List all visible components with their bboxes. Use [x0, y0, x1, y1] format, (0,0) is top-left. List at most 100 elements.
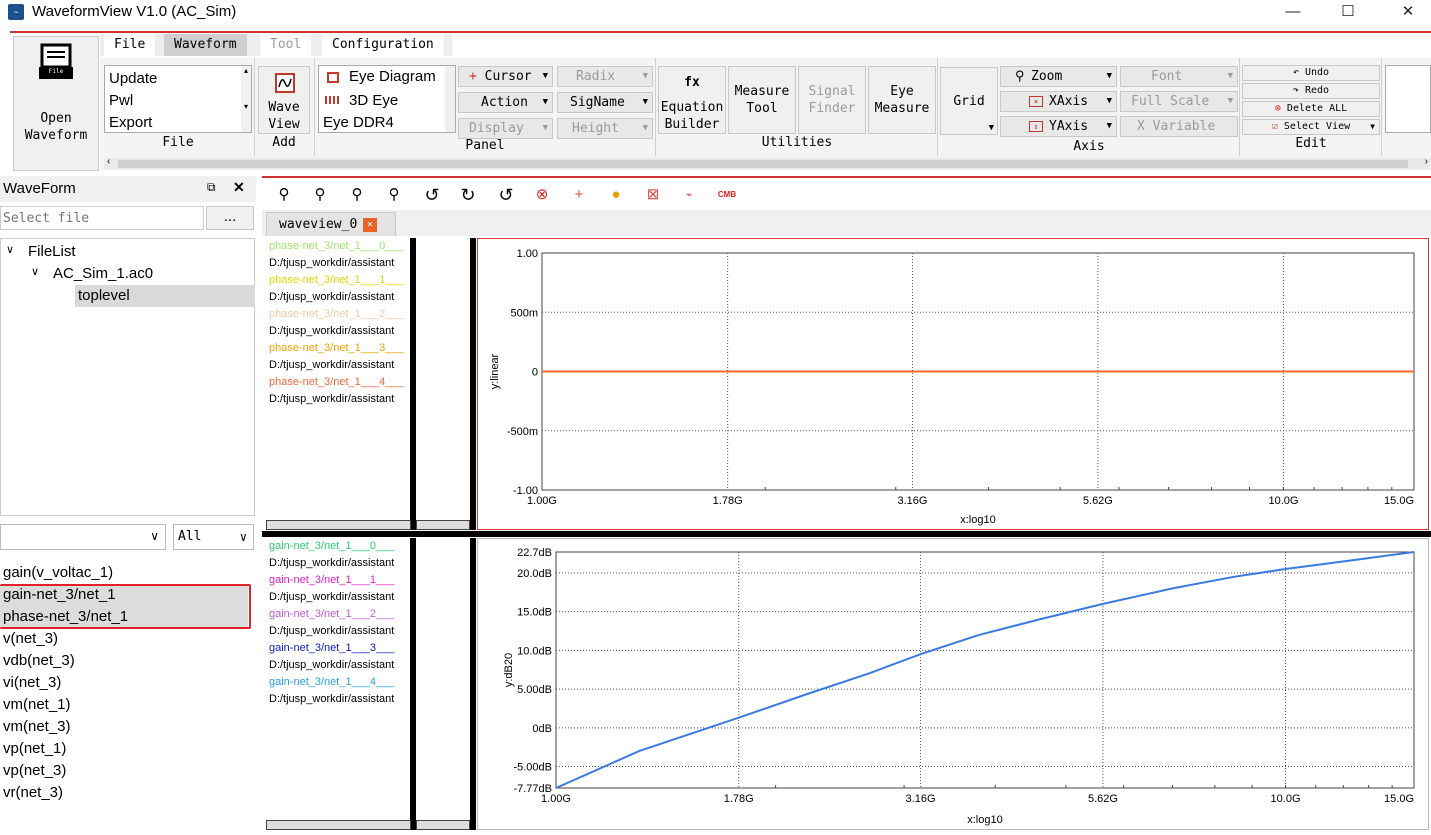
signame-dropdown[interactable]: SigName ▼: [557, 92, 653, 113]
redo-icon[interactable]: ↻: [459, 186, 477, 204]
zoom-in-icon[interactable]: ⚲: [311, 186, 329, 204]
tab-close-icon[interactable]: ✕: [363, 218, 377, 232]
radix-dropdown[interactable]: Radix ▼: [557, 66, 653, 87]
menu-waveform[interactable]: Waveform: [164, 34, 247, 56]
tree-node-filelist[interactable]: FileList: [28, 243, 76, 260]
wave-view-button[interactable]: Wave View: [258, 66, 310, 134]
scroll-right-icon[interactable]: ›: [1425, 156, 1428, 167]
action-dropdown[interactable]: Action ▼: [458, 92, 553, 113]
cursor-dropdown[interactable]: + Cursor ▼: [458, 66, 553, 87]
signal-item[interactable]: vm(net_1): [3, 696, 71, 713]
open-waveform-button[interactable]: File Open Waveform: [13, 36, 99, 171]
font-dropdown[interactable]: Font ▼: [1120, 66, 1238, 87]
refresh-icon[interactable]: ↺: [497, 186, 515, 204]
signal-name[interactable]: gain-net_3/net_1___4___: [269, 676, 394, 688]
zoom-y-icon[interactable]: ⚲: [385, 186, 403, 204]
signal-item[interactable]: v(net_3): [3, 630, 58, 647]
signal-item[interactable]: vr(net_3): [3, 784, 63, 801]
list-item-eye-ddr4[interactable]: Eye DDR4: [323, 114, 394, 131]
close-icon[interactable]: ✕: [233, 179, 245, 196]
signal-name[interactable]: phase-net_3/net_1___4___: [269, 376, 404, 388]
signal-name[interactable]: gain-net_3/net_1___0___: [269, 540, 394, 552]
menu-file[interactable]: File: [104, 34, 156, 56]
select-view-dropdown[interactable]: ☑ Select View ▼: [1242, 119, 1380, 135]
scroll-left-icon[interactable]: ‹: [107, 156, 110, 167]
signal-name[interactable]: phase-net_3/net_1___3___: [269, 342, 404, 354]
eye-icon[interactable]: ⌁: [680, 186, 698, 204]
values-scrollbar[interactable]: [416, 820, 470, 830]
signal-finder-button[interactable]: Signal Finder: [798, 66, 866, 134]
redo-button[interactable]: ↷ Redo: [1242, 83, 1380, 99]
list-item-eye-diagram[interactable]: Eye Diagram: [349, 68, 436, 85]
height-dropdown[interactable]: Height ▼: [557, 118, 653, 139]
eye-measure-button[interactable]: Eye Measure: [868, 66, 936, 134]
signal-type-select[interactable]: All ∨: [173, 524, 254, 550]
menu-tool[interactable]: Tool: [260, 34, 312, 56]
ribbon-horizontal-scrollbar[interactable]: ‹ ›: [104, 156, 1431, 170]
minimize-button[interactable]: —: [1270, 0, 1316, 26]
panel-row-divider[interactable]: [262, 531, 1431, 537]
list-scrollbar[interactable]: ▴ ▾: [241, 66, 251, 132]
zoom-dropdown[interactable]: ⚲ Zoom ▼: [1000, 66, 1117, 87]
tree-collapse-icon[interactable]: ∨: [31, 265, 39, 278]
browse-button[interactable]: ...: [206, 206, 254, 230]
phase-chart[interactable]: 1.00G 1.78G 3.16G 5.62G 10.0G 15.0G1.00500m0-…: [477, 238, 1429, 530]
zoom-x-icon[interactable]: ⚲: [348, 186, 366, 204]
panel-divider[interactable]: [470, 538, 476, 830]
signal-name[interactable]: gain-net_3/net_1___1___: [269, 574, 394, 586]
list-scrollbar[interactable]: [445, 66, 455, 132]
signal-item[interactable]: gain(v_voltac_1): [3, 564, 113, 581]
delete-icon[interactable]: ⊗: [533, 186, 551, 204]
signal-item[interactable]: vdb(net_3): [3, 652, 75, 669]
signal-item[interactable]: vp(net_1): [3, 740, 66, 757]
signal-name[interactable]: gain-net_3/net_1___2___: [269, 608, 394, 620]
tab-waveview-0[interactable]: waveview_0 ✕: [266, 212, 396, 236]
yaxis-dropdown[interactable]: ↕ YAxis ▼: [1000, 116, 1117, 137]
select-file-input[interactable]: [0, 206, 204, 230]
signal-item[interactable]: vp(net_3): [3, 762, 66, 779]
list-item-export[interactable]: Export: [109, 114, 152, 131]
names-scrollbar[interactable]: [266, 520, 411, 530]
signal-name[interactable]: phase-net_3/net_1___0___: [269, 240, 404, 252]
list-item-update[interactable]: Update: [109, 70, 157, 87]
names-scrollbar[interactable]: [266, 820, 411, 830]
signal-name[interactable]: phase-net_3/net_1___2___: [269, 308, 404, 320]
marker-icon[interactable]: ●: [607, 186, 625, 204]
maximize-button[interactable]: ☐: [1325, 0, 1371, 26]
panel-divider[interactable]: [470, 238, 476, 530]
zoom-out-icon[interactable]: ⚲: [275, 186, 293, 204]
signal-name[interactable]: gain-net_3/net_1___3___: [269, 642, 394, 654]
delete-all-button[interactable]: ⊗ Delete ALL: [1242, 101, 1380, 117]
menu-configuration[interactable]: Configuration: [322, 34, 444, 56]
cmb-icon[interactable]: CMB: [714, 186, 740, 204]
file-action-list[interactable]: Update Pwl Export ▴ ▾: [104, 65, 252, 133]
list-item-3d-eye[interactable]: 3D Eye: [349, 92, 398, 109]
signal-item[interactable]: vm(net_3): [3, 718, 71, 735]
signal-item[interactable]: gain-net_3/net_1: [3, 586, 116, 603]
list-item-pwl[interactable]: Pwl: [109, 92, 133, 109]
signal-item[interactable]: phase-net_3/net_1: [3, 608, 128, 625]
scroll-thumb[interactable]: [118, 160, 1408, 168]
tree-node-toplevel[interactable]: toplevel: [75, 285, 255, 307]
undo-button[interactable]: ↶ Undo: [1242, 65, 1380, 81]
float-icon[interactable]: ⧉: [207, 180, 216, 195]
values-scrollbar[interactable]: [416, 520, 470, 530]
eye-type-list[interactable]: Eye Diagram 3D Eye Eye DDR4: [318, 65, 456, 133]
full-scale-dropdown[interactable]: Full Scale ▼: [1120, 91, 1238, 112]
grid-button[interactable]: Grid ▼: [940, 67, 998, 135]
equation-builder-button[interactable]: fx Equation Builder: [658, 66, 726, 134]
x-variable-dropdown[interactable]: X Variable: [1120, 116, 1238, 137]
measure-tool-button[interactable]: Measure Tool: [728, 66, 796, 134]
signal-filter-select[interactable]: ∨: [0, 524, 166, 550]
display-dropdown[interactable]: Display ▼: [458, 118, 553, 139]
close-button[interactable]: ✕: [1385, 0, 1431, 26]
undo-icon[interactable]: ↺: [423, 186, 441, 204]
tree-collapse-icon[interactable]: ∨: [6, 243, 14, 256]
signal-name[interactable]: phase-net_3/net_1___1___: [269, 274, 404, 286]
signal-item[interactable]: vi(net_3): [3, 674, 61, 691]
tree-node-file[interactable]: AC_Sim_1.ac0: [53, 265, 153, 282]
cursor-icon[interactable]: +: [570, 186, 588, 204]
gain-chart[interactable]: 1.00G 1.78G 3.16G 5.62G 10.0G 15.0G22.7dB20.0…: [477, 538, 1429, 830]
xaxis-dropdown[interactable]: × XAxis ▼: [1000, 91, 1117, 112]
measure-icon[interactable]: ⊠: [644, 186, 662, 204]
